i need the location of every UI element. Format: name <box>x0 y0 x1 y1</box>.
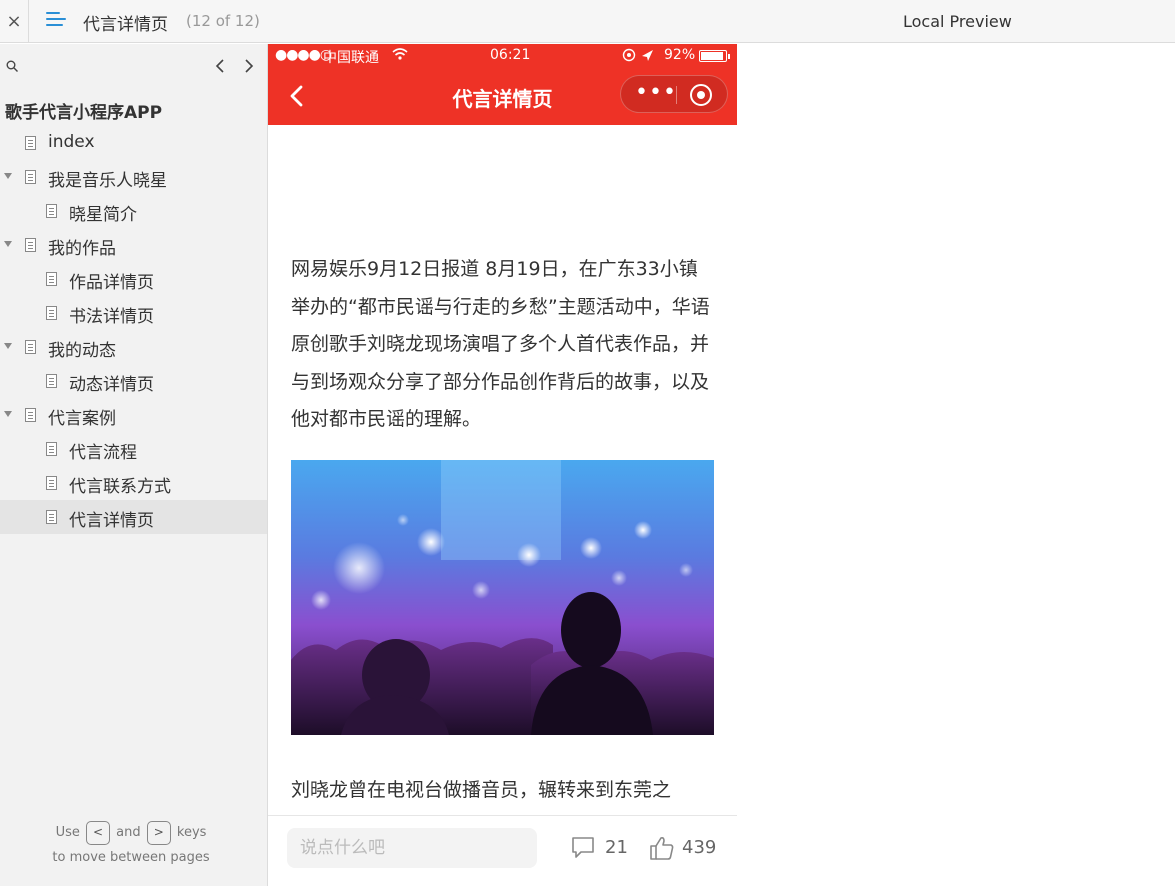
location-icon <box>622 48 653 62</box>
thumbs-up-icon[interactable] <box>649 835 675 861</box>
nav-bar: 代言详情页 ••• <box>268 68 737 125</box>
comment-bar: 21 439 <box>268 815 737 886</box>
sidebar-item[interactable]: 代言详情页 <box>0 500 267 534</box>
sidebar-item[interactable]: 书法详情页 <box>0 296 267 330</box>
hint-keys: keys <box>176 825 207 840</box>
navigation-hint: Use < and > keys to move between pages <box>0 820 262 870</box>
caret-down-icon[interactable] <box>4 241 12 247</box>
sidebar-item-label: 代言案例 <box>48 409 116 429</box>
caret-down-icon[interactable] <box>4 411 12 417</box>
battery-percent: 92% <box>664 47 696 63</box>
page-icon <box>46 374 57 388</box>
comment-icon[interactable] <box>571 836 595 858</box>
sidebar-item[interactable]: 代言案例 <box>0 398 267 432</box>
wifi-icon <box>392 48 408 60</box>
sidebar-item[interactable]: 我是音乐人晓星 <box>0 160 267 194</box>
status-time: 06:21 <box>490 47 531 63</box>
search-icon[interactable] <box>6 60 18 72</box>
page-count: (12 of 12) <box>186 12 260 30</box>
article-paragraph-2: 刘晓龙曾在电视台做播音员，辗转来到东莞之 <box>291 779 672 801</box>
sidebar-item-label: index <box>48 132 95 152</box>
page-tree: index 我是音乐人晓星晓星简介我的作品作品详情页书法详情页我的动态动态详情页代… <box>0 126 267 534</box>
sidebar-item[interactable]: index <box>0 126 267 160</box>
phone-preview: ●●●●○ 中国联通 06:21 92% 代言详情页 ••• 网易娱乐9月12日… <box>268 44 737 886</box>
concert-photo <box>291 460 714 735</box>
page-title: 代言详情页 <box>83 15 168 35</box>
book-title: 歌手代言小程序APP <box>5 103 163 123</box>
page-icon <box>25 170 36 184</box>
like-count: 439 <box>682 837 717 858</box>
status-bar: ●●●●○ 中国联通 06:21 92% <box>268 44 737 68</box>
local-preview-label: Local Preview <box>903 12 1012 31</box>
hint-and: and <box>116 825 141 840</box>
capsule-divider <box>676 86 677 104</box>
caret-down-icon[interactable] <box>4 343 12 349</box>
sidebar-item-label: 我的作品 <box>48 239 116 259</box>
sidebar-item[interactable]: 我的作品 <box>0 228 267 262</box>
chevron-left-icon[interactable] <box>210 54 230 78</box>
sidebar-item-label: 书法详情页 <box>69 307 154 327</box>
sidebar-item-label: 我的动态 <box>48 341 116 361</box>
close-target-icon[interactable] <box>690 84 712 106</box>
page-icon <box>46 204 57 218</box>
page-icon <box>25 408 36 422</box>
sidebar-item-label: 动态详情页 <box>69 375 154 395</box>
comment-input[interactable] <box>287 828 537 868</box>
sidebar-item-label: 代言流程 <box>69 443 137 463</box>
miniprogram-capsule: ••• <box>620 75 728 113</box>
page-icon <box>46 476 57 490</box>
battery-icon <box>699 50 730 62</box>
sidebar: 歌手代言小程序APP index 我是音乐人晓星晓星简介我的作品作品详情页书法详情… <box>0 44 268 886</box>
sidebar-item[interactable]: 代言联系方式 <box>0 466 267 500</box>
page-icon <box>25 238 36 252</box>
sidebar-item[interactable]: 我的动态 <box>0 330 267 364</box>
page-icon <box>46 306 57 320</box>
sidebar-item-label: 作品详情页 <box>69 273 154 293</box>
page-icon <box>25 136 36 150</box>
page-icon <box>25 340 36 354</box>
article-paragraph-1: 网易娱乐9月12日报道 8月19日，在广东33小镇举办的“都市民谣与行走的乡愁”… <box>291 258 710 430</box>
sidebar-item-label: 我是音乐人晓星 <box>48 171 167 191</box>
page-icon <box>46 442 57 456</box>
comment-count: 21 <box>605 837 628 858</box>
hint-use: Use <box>55 825 80 840</box>
page-icon <box>46 272 57 286</box>
menu-icon[interactable] <box>46 12 66 30</box>
sidebar-item[interactable]: 动态详情页 <box>0 364 267 398</box>
caret-down-icon[interactable] <box>4 173 12 179</box>
next-key-icon: > <box>146 820 171 845</box>
more-icon[interactable]: ••• <box>635 82 677 104</box>
top-bar: × 代言详情页 (12 of 12) Local Preview <box>0 0 1175 43</box>
page-icon <box>46 510 57 524</box>
carrier-label: 中国联通 <box>323 50 379 66</box>
prev-key-icon: < <box>86 820 110 845</box>
close-button[interactable]: × <box>0 0 29 43</box>
sidebar-item[interactable]: 代言流程 <box>0 432 267 466</box>
chevron-right-icon[interactable] <box>239 54 259 78</box>
sidebar-item-label: 晓星简介 <box>69 205 137 225</box>
sidebar-item[interactable]: 晓星简介 <box>0 194 267 228</box>
sidebar-item[interactable]: 作品详情页 <box>0 262 267 296</box>
sidebar-item-label: 代言联系方式 <box>69 477 171 497</box>
sidebar-item-label: 代言详情页 <box>69 511 154 531</box>
hint-line2: to move between pages <box>52 850 210 865</box>
